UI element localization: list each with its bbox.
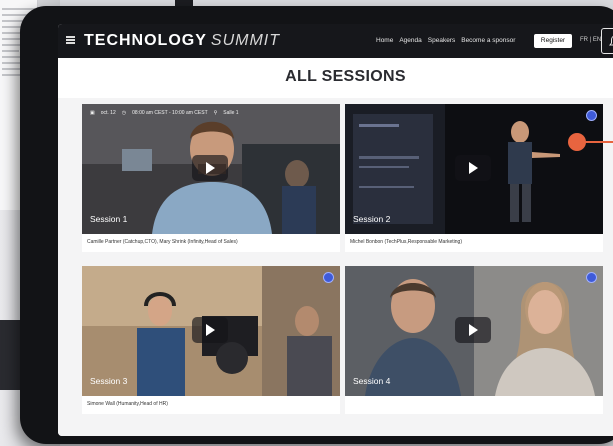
session-card[interactable]: Session 2 Michel Bonbon (TechPlus,Respon… bbox=[345, 104, 603, 252]
session-date: oct. 12 bbox=[100, 110, 116, 116]
language-switcher[interactable]: FR | EN bbox=[580, 37, 601, 43]
clock-icon: ◷ bbox=[121, 110, 127, 116]
session-card[interactable]: Session 4 bbox=[345, 266, 603, 414]
site-logo[interactable]: TECHNOLOGY SUMMIT bbox=[84, 32, 280, 50]
annotation-pointer-line bbox=[584, 141, 613, 143]
sessions-grid: ▣ oct. 12 ◷ 08:00 am CEST - 10:00 am CES… bbox=[58, 98, 613, 436]
tablet-screen: TECHNOLOGY SUMMIT Home Agenda Speakers Be… bbox=[58, 24, 613, 436]
play-icon[interactable] bbox=[192, 317, 228, 343]
session-speakers: Simone Wall (Humanity,Head of HR) bbox=[87, 401, 168, 407]
nav-link-home[interactable]: Home bbox=[376, 37, 393, 44]
session-thumbnail[interactable]: Session 4 bbox=[345, 266, 603, 396]
session-label: Session 2 bbox=[353, 214, 391, 224]
tablet-device: TECHNOLOGY SUMMIT Home Agenda Speakers Be… bbox=[20, 6, 613, 444]
nav-links: Home Agenda Speakers Become a sponsor bbox=[376, 37, 515, 44]
session-time: 08:00 am CEST - 10:00 am CEST bbox=[132, 110, 208, 116]
location-icon: ⚲ bbox=[213, 110, 218, 116]
session-badge bbox=[323, 272, 334, 283]
session-speakers: Camille Partner (Catchup,CTO), Mary Shri… bbox=[87, 239, 238, 245]
register-button[interactable]: Register bbox=[534, 34, 572, 48]
session-thumbnail[interactable]: ▣ oct. 12 ◷ 08:00 am CEST - 10:00 am CES… bbox=[82, 104, 340, 234]
session-meta: ▣ oct. 12 ◷ 08:00 am CEST - 10:00 am CES… bbox=[90, 110, 239, 116]
hamburger-icon[interactable] bbox=[66, 36, 75, 44]
play-icon[interactable] bbox=[455, 155, 491, 181]
session-card[interactable]: ▣ oct. 12 ◷ 08:00 am CEST - 10:00 am CES… bbox=[82, 104, 340, 252]
nav-link-agenda[interactable]: Agenda bbox=[399, 37, 421, 44]
session-label: Session 4 bbox=[353, 376, 391, 386]
session-thumbnail[interactable]: Session 3 bbox=[82, 266, 340, 396]
session-badge bbox=[586, 110, 597, 121]
session-label: Session 3 bbox=[90, 376, 128, 386]
play-icon[interactable] bbox=[455, 317, 491, 343]
logo-primary-text: TECHNOLOGY bbox=[84, 32, 207, 49]
session-label: Session 1 bbox=[90, 214, 128, 224]
notifications-button[interactable] bbox=[601, 28, 613, 54]
top-navigation-bar: TECHNOLOGY SUMMIT Home Agenda Speakers Be… bbox=[58, 24, 613, 58]
calendar-icon: ▣ bbox=[90, 110, 95, 116]
nav-link-speakers[interactable]: Speakers bbox=[428, 37, 455, 44]
bell-icon bbox=[609, 36, 613, 46]
play-icon[interactable] bbox=[192, 155, 228, 181]
session-speakers: Michel Bonbon (TechPlus,Responsable Mark… bbox=[350, 239, 463, 245]
nav-link-become-sponsor[interactable]: Become a sponsor bbox=[461, 37, 515, 44]
session-card[interactable]: Session 3 Simone Wall (Humanity,Head of … bbox=[82, 266, 340, 414]
session-badge bbox=[586, 272, 597, 283]
page-title: ALL SESSIONS bbox=[285, 68, 406, 85]
logo-secondary-text: SUMMIT bbox=[210, 32, 280, 49]
session-room: Salle 1 bbox=[223, 110, 239, 116]
session-thumbnail[interactable]: Session 2 bbox=[345, 104, 603, 234]
